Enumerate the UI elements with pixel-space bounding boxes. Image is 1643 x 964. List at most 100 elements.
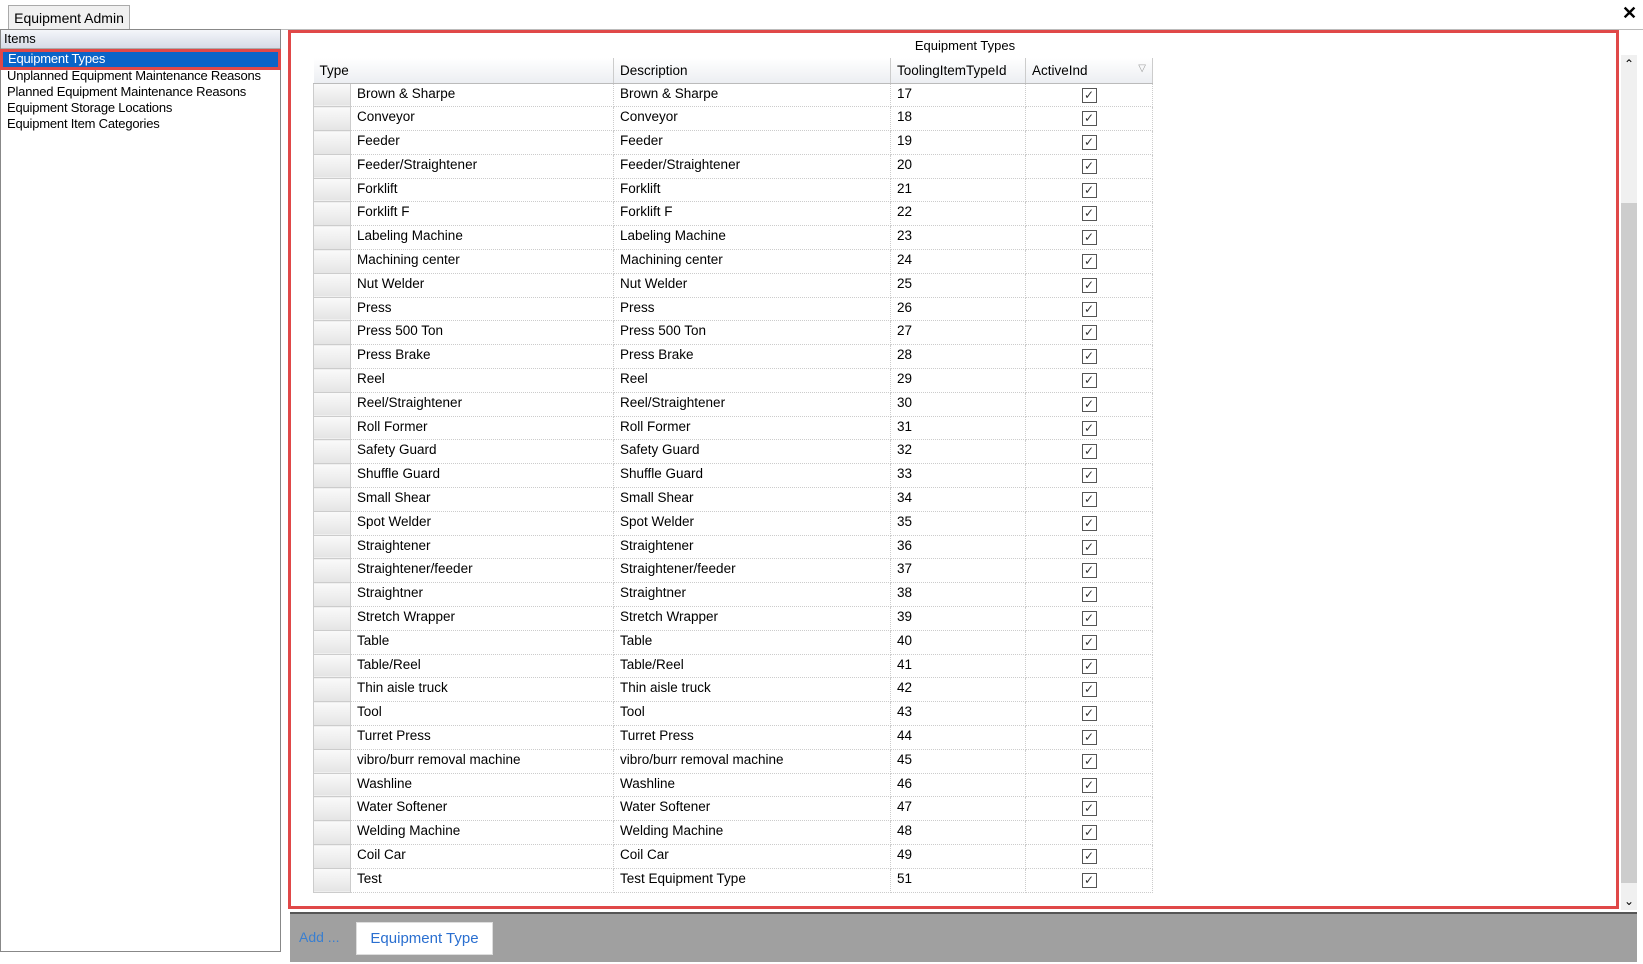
cell-type[interactable]: Straightner [350, 582, 614, 608]
cell-description[interactable]: Forklift F [613, 201, 891, 227]
cell-description[interactable]: Brown & Sharpe [613, 83, 891, 108]
active-checkbox[interactable]: ✓ [1081, 254, 1097, 270]
row-selector[interactable] [313, 368, 351, 393]
active-checkbox[interactable]: ✓ [1081, 230, 1097, 246]
filter-icon[interactable]: ▽ [1138, 63, 1146, 74]
row-selector[interactable] [313, 487, 351, 512]
cell-description[interactable]: Water Softener [613, 796, 891, 822]
row-selector[interactable] [313, 510, 351, 536]
row-selector[interactable] [313, 796, 351, 822]
cell-tooling-item-type-id[interactable]: 22 [890, 201, 1026, 227]
table-row[interactable]: Safety Guard Safety Guard 32 ✓ [313, 439, 1153, 465]
cell-type[interactable]: Thin aisle truck [350, 677, 614, 703]
cell-type[interactable]: Table [350, 630, 614, 655]
active-checkbox[interactable]: ✓ [1081, 158, 1097, 174]
cell-type[interactable]: Reel/Straightener [350, 392, 614, 417]
cell-tooling-item-type-id[interactable]: 25 [890, 273, 1026, 298]
cell-tooling-item-type-id[interactable]: 48 [890, 820, 1026, 845]
row-selector[interactable] [313, 820, 351, 845]
active-checkbox[interactable]: ✓ [1081, 658, 1097, 674]
cell-tooling-item-type-id[interactable]: 32 [890, 439, 1026, 465]
cell-tooling-item-type-id[interactable]: 43 [890, 701, 1026, 727]
row-selector[interactable] [313, 153, 351, 179]
row-selector[interactable] [313, 629, 351, 655]
cell-tooling-item-type-id[interactable]: 29 [890, 368, 1026, 393]
cell-description[interactable]: Table/Reel [613, 654, 891, 679]
cell-description[interactable]: Machining center [613, 249, 891, 274]
table-row[interactable]: Brown & Sharpe Brown & Sharpe 17 ✓ [313, 82, 1153, 108]
cell-tooling-item-type-id[interactable]: 26 [890, 297, 1026, 322]
table-row[interactable]: Coil Car Coil Car 49 ✓ [313, 844, 1153, 869]
active-checkbox[interactable]: ✓ [1081, 611, 1097, 627]
cell-tooling-item-type-id[interactable]: 41 [890, 654, 1026, 679]
active-checkbox[interactable]: ✓ [1081, 634, 1097, 650]
cell-description[interactable]: Press [613, 297, 891, 322]
cell-type[interactable]: Brown & Sharpe [350, 83, 614, 108]
row-selector[interactable] [313, 391, 351, 417]
cell-tooling-item-type-id[interactable]: 40 [890, 630, 1026, 655]
active-checkbox[interactable]: ✓ [1081, 182, 1097, 198]
column-header-description[interactable]: Description [613, 58, 891, 84]
row-selector[interactable] [313, 177, 351, 203]
cell-description[interactable]: Turret Press [613, 725, 891, 750]
cell-description[interactable]: Table [613, 630, 891, 655]
table-row[interactable]: Shuffle Guard Shuffle Guard 33 ✓ [313, 463, 1153, 489]
cell-description[interactable]: Labeling Machine [613, 225, 891, 251]
cell-description[interactable]: Tool [613, 701, 891, 727]
table-row[interactable]: Tool Tool 43 ✓ [313, 701, 1153, 727]
cell-description[interactable]: Test Equipment Type [613, 868, 891, 893]
cell-tooling-item-type-id[interactable]: 20 [890, 154, 1026, 179]
row-selector[interactable] [313, 653, 351, 679]
active-checkbox[interactable]: ✓ [1081, 539, 1097, 555]
cell-type[interactable]: Press Brake [350, 344, 614, 370]
cell-description[interactable]: Welding Machine [613, 820, 891, 845]
add-link[interactable]: Add ... [299, 929, 339, 945]
table-row[interactable]: Washline Washline 46 ✓ [313, 772, 1153, 798]
active-checkbox[interactable]: ✓ [1081, 682, 1097, 698]
row-selector[interactable] [313, 344, 351, 370]
cell-type[interactable]: Feeder [350, 130, 614, 155]
cell-tooling-item-type-id[interactable]: 28 [890, 344, 1026, 370]
cell-tooling-item-type-id[interactable]: 51 [890, 868, 1026, 893]
cell-type[interactable]: Roll Former [350, 416, 614, 441]
cell-type[interactable]: Test [350, 868, 614, 893]
sidebar-item[interactable]: Planned Equipment Maintenance Reasons [1, 84, 280, 100]
active-checkbox[interactable]: ✓ [1081, 325, 1097, 341]
active-checkbox[interactable]: ✓ [1081, 515, 1097, 531]
cell-description[interactable]: Press 500 Ton [613, 320, 891, 346]
cell-type[interactable]: Safety Guard [350, 439, 614, 465]
row-selector[interactable] [313, 225, 351, 251]
active-checkbox[interactable]: ✓ [1081, 801, 1097, 817]
sidebar-item[interactable]: Equipment Types [0, 49, 281, 70]
cell-description[interactable]: Straightner [613, 582, 891, 608]
cell-tooling-item-type-id[interactable]: 45 [890, 749, 1026, 774]
sidebar-item[interactable]: Unplanned Equipment Maintenance Reasons [1, 68, 280, 84]
active-checkbox[interactable]: ✓ [1081, 301, 1097, 317]
cell-type[interactable]: Turret Press [350, 725, 614, 750]
cell-type[interactable]: Table/Reel [350, 654, 614, 679]
cell-tooling-item-type-id[interactable]: 47 [890, 796, 1026, 822]
cell-type[interactable]: Straightener/feeder [350, 558, 614, 584]
row-selector[interactable] [313, 582, 351, 608]
table-row[interactable]: Feeder Feeder 19 ✓ [313, 130, 1153, 155]
row-selector[interactable] [313, 439, 351, 465]
row-selector[interactable] [313, 249, 351, 274]
cell-tooling-item-type-id[interactable]: 36 [890, 535, 1026, 560]
table-row[interactable]: Stretch Wrapper Stretch Wrapper 39 ✓ [313, 606, 1153, 631]
vertical-scrollbar[interactable]: ⌃ ⌄ [1621, 55, 1637, 910]
active-checkbox[interactable]: ✓ [1081, 420, 1097, 436]
table-row[interactable]: vibro/burr removal machine vibro/burr rem… [313, 748, 1153, 774]
row-selector[interactable] [313, 415, 351, 441]
cell-tooling-item-type-id[interactable]: 49 [890, 844, 1026, 869]
cell-description[interactable]: Straightener [613, 535, 891, 560]
cell-type[interactable]: Tool [350, 701, 614, 727]
cell-type[interactable]: Machining center [350, 249, 614, 274]
active-checkbox[interactable]: ✓ [1081, 135, 1097, 151]
cell-description[interactable]: Feeder/Straightener [613, 154, 891, 179]
active-checkbox[interactable]: ✓ [1081, 111, 1097, 127]
row-selector[interactable] [313, 272, 351, 298]
cell-description[interactable]: Reel/Straightener [613, 392, 891, 417]
cell-type[interactable]: Welding Machine [350, 820, 614, 845]
table-row[interactable]: Reel/Straightener Reel/Straightener 30 ✓ [313, 391, 1153, 417]
scroll-up-icon[interactable]: ⌃ [1621, 57, 1637, 71]
